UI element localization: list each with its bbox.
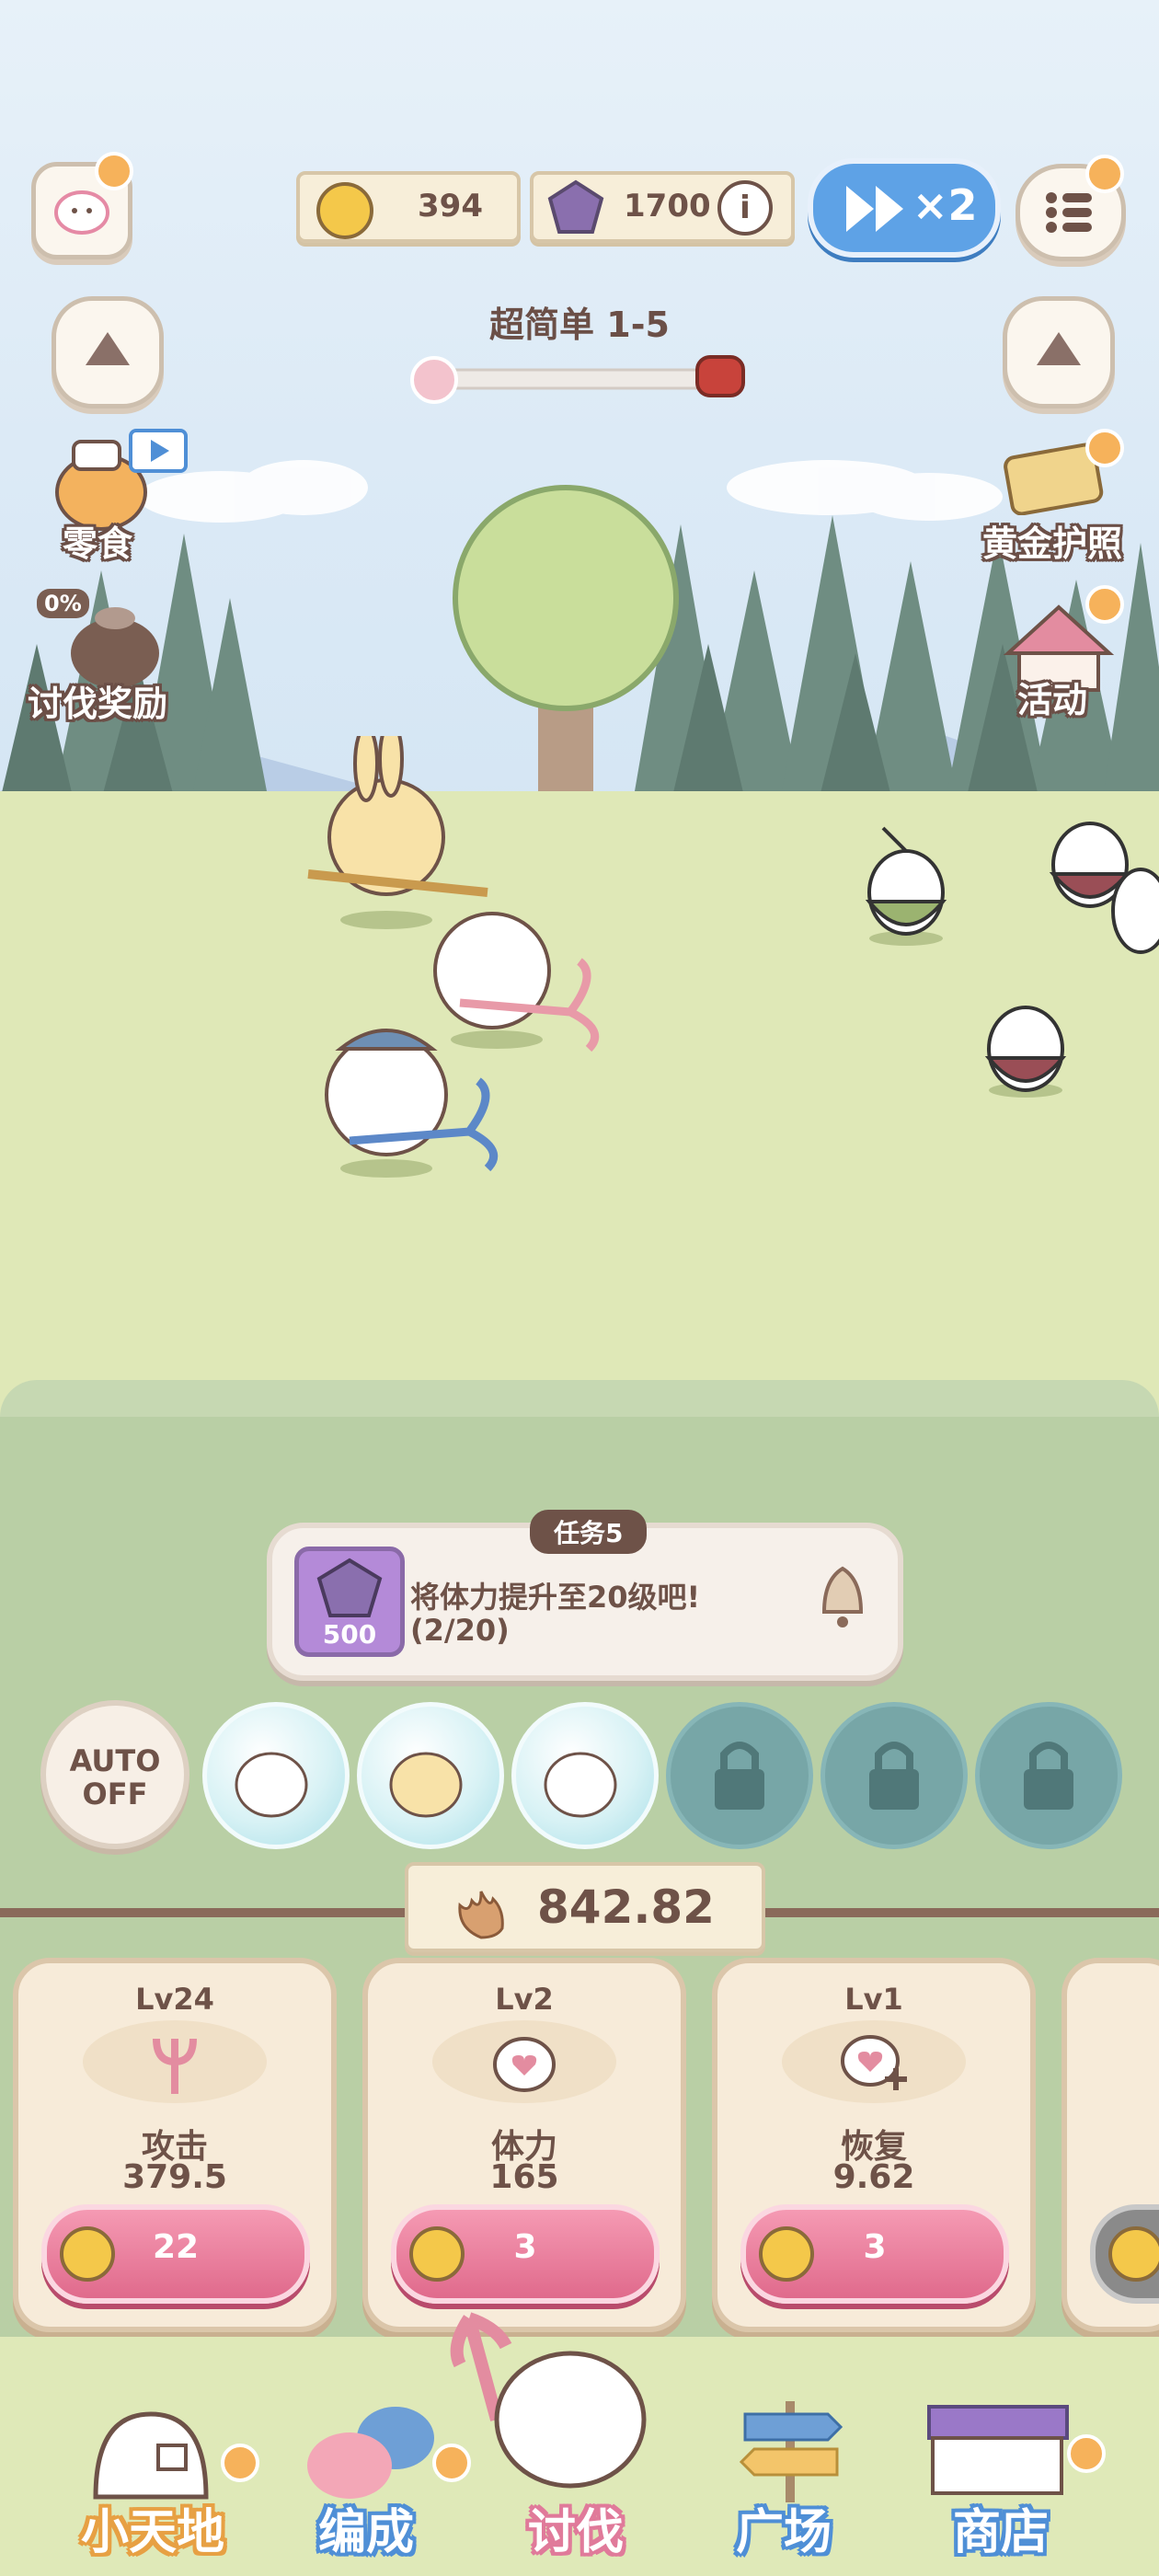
attack-icon-badge — [83, 2020, 267, 2103]
upgrade-value: 165 — [489, 2158, 559, 2196]
upgrade-button-disabled[interactable] — [1090, 2204, 1159, 2304]
skill-slot-3[interactable] — [511, 1702, 659, 1849]
power-plank: 842.82 — [405, 1862, 765, 1952]
speed-button[interactable]: ×2 — [808, 158, 1001, 258]
upgrade-level: Lv2 — [495, 1982, 554, 2017]
power-value: 842.82 — [537, 1880, 715, 1934]
trident-icon — [153, 2038, 197, 2094]
upgrade-card-attack: Lv24 攻击 379.5 22 — [13, 1958, 337, 2332]
nav-battle[interactable]: 讨伐 — [432, 2309, 708, 2576]
nav-shop[interactable]: 商店 — [920, 2392, 1106, 2576]
upgrade-cost: 3 — [863, 2228, 887, 2266]
signpost-icon — [739, 2401, 843, 2502]
coin-icon — [1108, 2226, 1159, 2282]
nav-plaza[interactable]: 广场 — [717, 2392, 855, 2576]
home-notify-dot — [221, 2444, 259, 2482]
upgrade-card-stamina: Lv2 体力 165 3 — [362, 1958, 686, 2332]
left-up-button[interactable] — [52, 296, 164, 408]
info-icon[interactable]: i — [717, 180, 773, 236]
upgrade-cost: 22 — [152, 2228, 200, 2266]
character-skill-icon — [389, 1752, 463, 1818]
gem-icon — [547, 179, 604, 234]
gem-amount: 1700 — [624, 188, 711, 224]
upgrade-level: Lv1 — [844, 1982, 903, 2017]
battle-character-icon — [450, 2312, 647, 2489]
team-icon — [307, 2407, 434, 2499]
nav-home-label: 小天地 — [81, 2505, 225, 2560]
auto-toggle-button[interactable]: AUTO OFF — [40, 1700, 189, 1849]
bell-icon — [821, 1566, 864, 1627]
character-skill-icon — [544, 1752, 617, 1818]
lock-icon — [715, 1742, 764, 1810]
right-up-button[interactable] — [1003, 296, 1115, 408]
quest-text: 将体力提升至20级吧! — [410, 1580, 701, 1615]
skill-slot-1[interactable] — [202, 1702, 350, 1849]
skill-slot-locked-2[interactable] — [820, 1702, 968, 1849]
heart-plus-icon — [841, 2035, 907, 2090]
upgrade-recovery-button[interactable]: 3 — [740, 2204, 1009, 2304]
reward-label: 讨伐奖励 — [28, 684, 168, 724]
lock-icon — [1024, 1742, 1073, 1810]
gem-counter: 1700 i — [530, 171, 795, 243]
enemy-group — [865, 822, 1159, 1098]
shop-icon — [927, 2405, 1069, 2495]
nav-team-label: 编成 — [318, 2505, 415, 2560]
coin-counter: 394 — [296, 171, 521, 243]
menu-notify-dot — [1085, 155, 1124, 193]
quest-panel[interactable]: 任务5 500 将体力提升至20级吧! (2/20) — [267, 1510, 903, 1681]
upgrade-value: 379.5 — [122, 2158, 227, 2196]
heart-icon — [493, 2037, 556, 2092]
lock-icon — [869, 1742, 919, 1810]
quest-progress: (2/20) — [410, 1613, 510, 1648]
nav-shop-label: 商店 — [953, 2505, 1050, 2560]
character-skill-icon — [235, 1752, 308, 1818]
upgrade-card-recovery: Lv1 恢复 9.62 3 — [712, 1958, 1036, 2332]
coin-amount: 394 — [418, 188, 483, 224]
auto-state: OFF — [82, 1777, 148, 1811]
quest-reward-amount: 500 — [322, 1619, 377, 1650]
speed-label: ×2 — [912, 180, 978, 230]
quest-reward: 500 — [294, 1547, 405, 1657]
video-ad-icon[interactable] — [129, 429, 188, 473]
profile-notify-dot — [95, 152, 133, 190]
skill-slot-locked-1[interactable] — [666, 1702, 813, 1849]
upgrade-stamina-button[interactable]: 3 — [391, 2204, 660, 2304]
fast-forward-icon — [846, 186, 903, 232]
upgrade-cost: 3 — [513, 2228, 537, 2266]
flame-trident-icon — [458, 1891, 504, 1939]
recovery-icon-badge — [782, 2020, 966, 2103]
upgrade-attack-button[interactable]: 22 — [41, 2204, 310, 2304]
upgrade-level: Lv24 — [135, 1982, 214, 2017]
quest-tag: 任务5 — [530, 1510, 648, 1554]
gold-passport-label: 黄金护照 — [982, 523, 1123, 564]
event-notify-dot — [1085, 585, 1124, 624]
auto-label: AUTO — [69, 1743, 161, 1778]
reward-button[interactable]: 0% 讨伐奖励 — [28, 589, 212, 727]
igloo-house-icon — [93, 2411, 209, 2500]
coin-icon — [316, 182, 373, 239]
stage-progress-bar — [410, 355, 745, 404]
triangle-up-icon — [86, 332, 130, 365]
nav-plaza-label: 广场 — [736, 2505, 832, 2560]
triangle-up-icon — [1037, 332, 1081, 365]
stamina-icon-badge — [432, 2020, 616, 2103]
gem-icon — [316, 1558, 383, 1617]
passport-notify-dot — [1085, 429, 1124, 467]
reward-percent: 0% — [37, 589, 89, 618]
upgrade-value: 9.62 — [832, 2158, 915, 2196]
stage-title: 超简单 1-5 — [489, 305, 670, 345]
skill-slot-locked-3[interactable] — [975, 1702, 1122, 1849]
event-label: 活动 — [1017, 680, 1088, 720]
snack-label: 零食 — [63, 523, 133, 564]
shop-notify-dot — [1067, 2434, 1106, 2473]
skill-slot-2[interactable] — [357, 1702, 504, 1849]
nav-battle-label: 讨伐 — [528, 2505, 625, 2560]
nav-home[interactable]: 小天地 — [64, 2392, 259, 2576]
upgrade-card-partial — [1061, 1958, 1159, 2332]
